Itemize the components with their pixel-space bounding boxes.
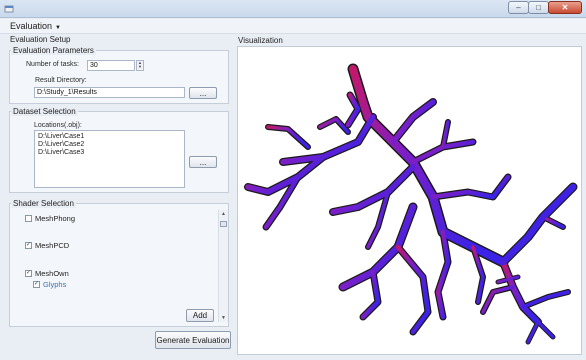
minimize-icon: – [516, 3, 521, 12]
generate-evaluation-button[interactable]: Generate Evaluation [155, 331, 231, 349]
visualization-canvas[interactable] [237, 46, 582, 355]
shader-option-meshphong[interactable]: MeshPhong [25, 214, 75, 223]
meshphong-checkbox[interactable] [25, 215, 32, 222]
scrollbar-thumb[interactable] [220, 221, 227, 227]
scroll-up-icon[interactable]: ▲ [221, 211, 226, 217]
add-shader-button[interactable]: Add [186, 309, 214, 322]
dataset-browse-button[interactable]: ... [189, 156, 217, 168]
minimize-button[interactable]: – [508, 1, 529, 14]
checkmark-icon: ✓ [34, 281, 40, 287]
window-titlebar: – □ ✕ [0, 0, 586, 18]
meshphong-label: MeshPhong [35, 214, 76, 223]
meshown-checkbox[interactable]: ✓ [25, 270, 32, 277]
list-item[interactable]: D:\Liver\Case1 [38, 133, 181, 141]
tasks-stepper[interactable]: ▲ ▼ [136, 60, 144, 71]
result-browse-button[interactable]: ... [189, 87, 217, 99]
menubar: Evaluation ▼ [0, 19, 586, 34]
evaluation-setup-title: Evaluation Setup [10, 35, 71, 44]
locations-label: Locations(.obj): [34, 122, 82, 129]
meshpcd-checkbox[interactable]: ✓ [25, 242, 32, 249]
meshown-label: MeshOwn [35, 269, 69, 278]
close-icon: ✕ [561, 3, 569, 12]
list-item[interactable]: D:\Liver\Case2 [38, 141, 181, 149]
maximize-button[interactable]: □ [528, 1, 549, 14]
meshpcd-label: MeshPCD [35, 241, 70, 250]
result-directory-label: Result Directory: [35, 77, 87, 84]
shader-scrollbar[interactable]: ▲ ▼ [218, 210, 228, 322]
glyphs-label: Glyphs [43, 280, 67, 289]
close-button[interactable]: ✕ [548, 1, 582, 14]
result-directory-input[interactable]: D:\Study_1\Results [34, 87, 185, 98]
shader-option-meshown[interactable]: ✓ MeshOwn [25, 269, 69, 278]
scroll-down-icon[interactable]: ▼ [221, 315, 226, 321]
menu-evaluation[interactable]: Evaluation ▼ [10, 21, 61, 31]
menu-evaluation-label: Evaluation [10, 21, 53, 31]
shader-selection-title: Shader Selection [11, 199, 76, 208]
checkmark-icon: ✓ [26, 242, 32, 248]
checkmark-icon: ✓ [26, 270, 32, 276]
app-icon [4, 5, 14, 13]
visualization-title: Visualization [238, 36, 283, 45]
liver-vessel-render [244, 63, 578, 345]
tasks-input[interactable]: 30 [87, 60, 135, 71]
dataset-selection-title: Dataset Selection [11, 107, 78, 116]
shader-option-meshpcd[interactable]: ✓ MeshPCD [25, 241, 69, 250]
list-item[interactable]: D:\Liver\Case3 [38, 149, 181, 157]
maximize-icon: □ [536, 3, 541, 12]
caret-down-icon: ▼ [55, 25, 61, 31]
tasks-label: Number of tasks: [26, 61, 79, 68]
shader-option-glyphs[interactable]: ✓ Glyphs [33, 280, 66, 289]
glyphs-checkbox[interactable]: ✓ [33, 281, 40, 288]
evaluation-parameters-title: Evaluation Parameters [11, 46, 96, 55]
locations-listbox[interactable]: D:\Liver\Case1 D:\Liver\Case2 D:\Liver\C… [34, 130, 185, 188]
